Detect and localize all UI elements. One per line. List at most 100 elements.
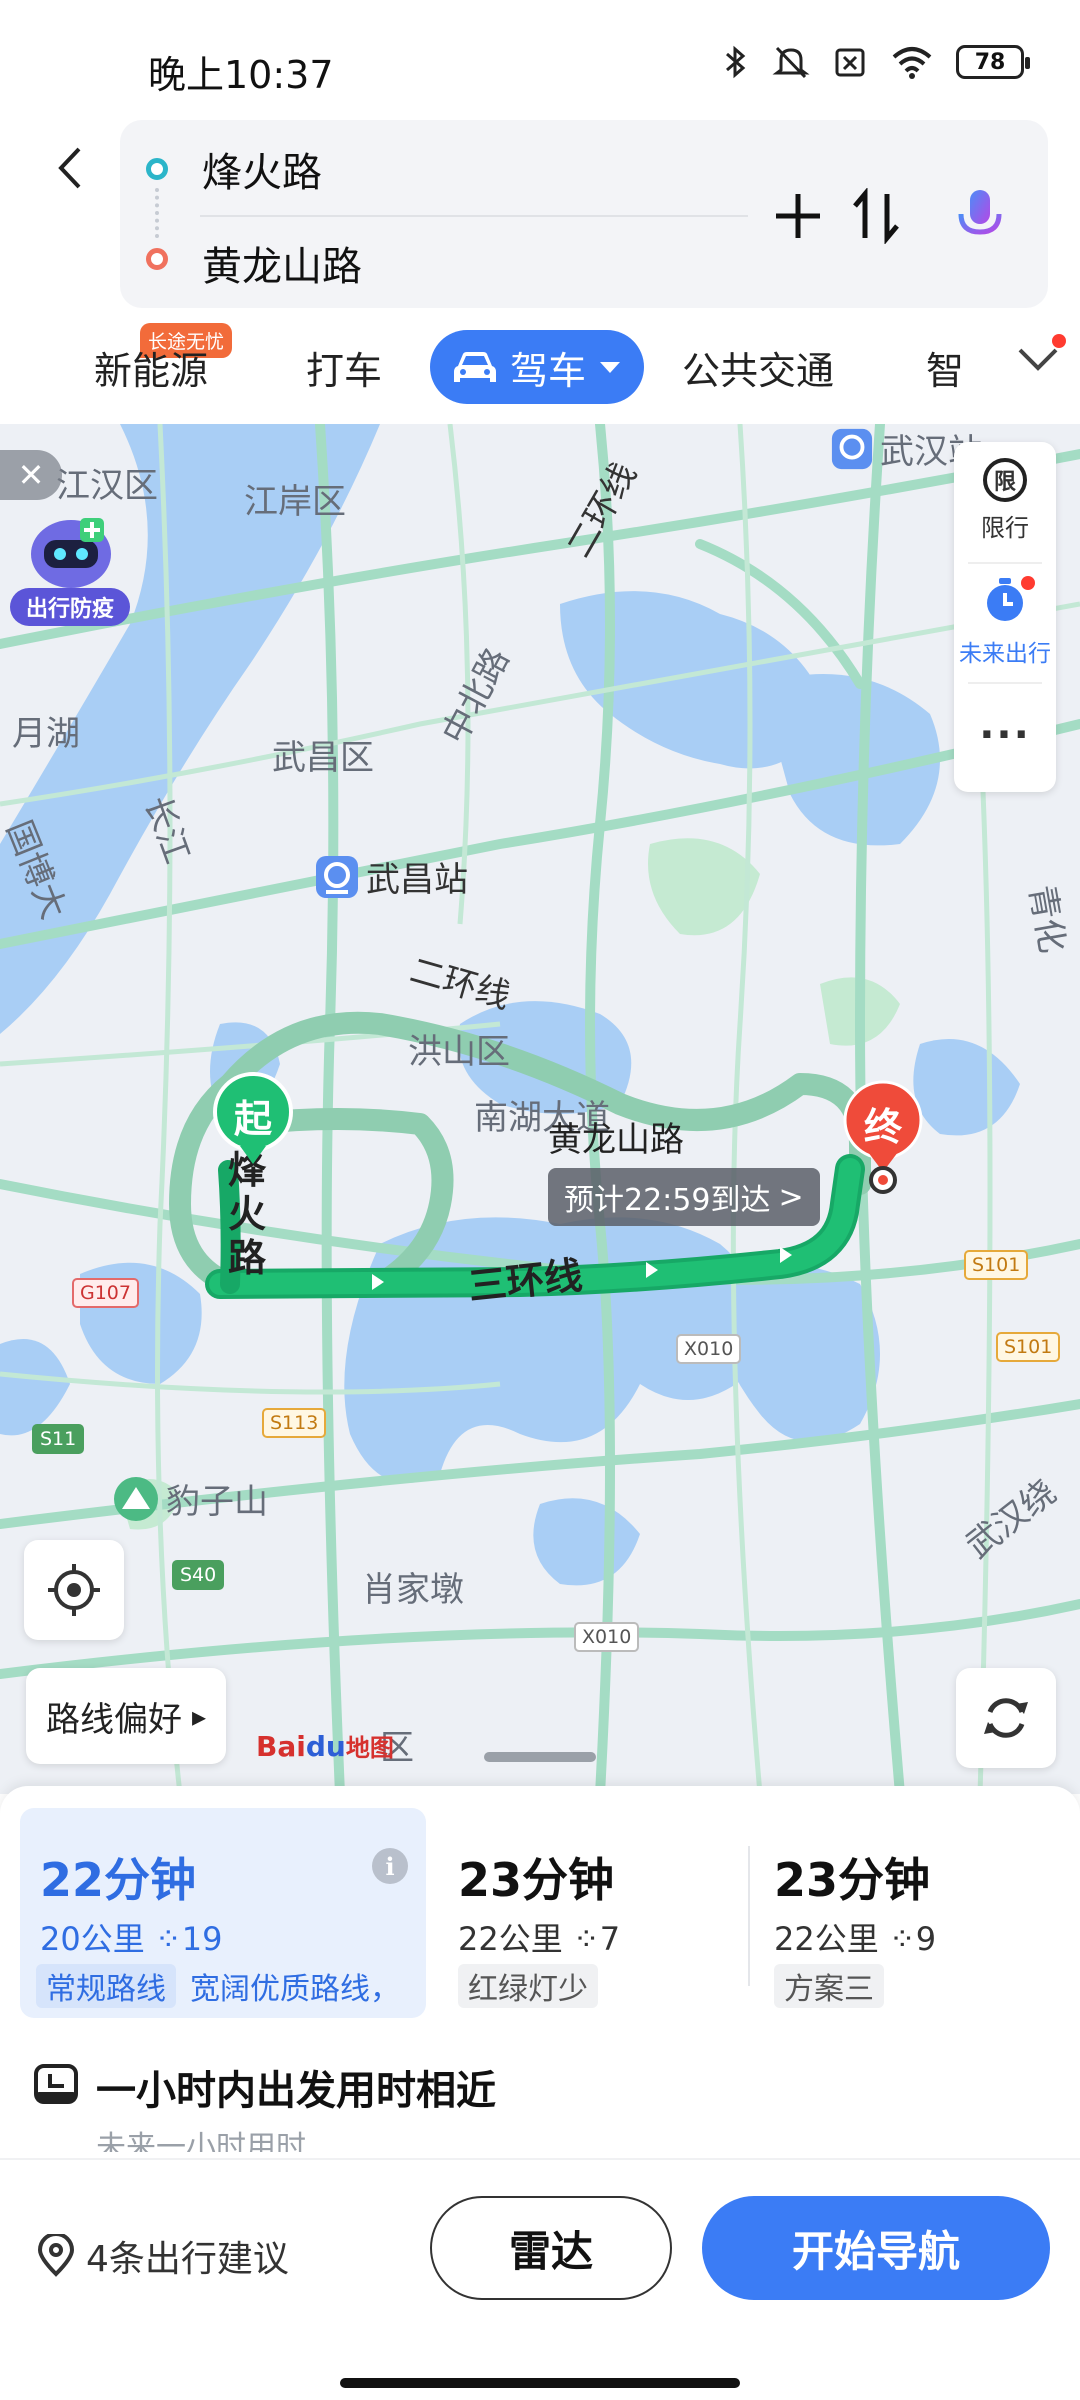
more-icon: ··· bbox=[979, 712, 1031, 758]
clock-icon bbox=[34, 2064, 78, 2108]
baozishan-text: 豹子山 bbox=[166, 1482, 268, 1522]
status-bar: 晚上10:37 78 bbox=[0, 0, 1080, 110]
epidemic-label: 出行防疫 bbox=[10, 588, 130, 626]
tabs-expand-button[interactable] bbox=[1016, 334, 1066, 378]
route-divider-line bbox=[748, 1846, 750, 1986]
route-option-2[interactable]: 23分钟 22公里 ⁘7 红绿灯少 bbox=[438, 1808, 738, 2018]
route-divider bbox=[200, 215, 748, 217]
restriction-button[interactable]: 限 限行 bbox=[954, 458, 1056, 543]
start-input[interactable]: 烽火路 bbox=[202, 140, 322, 198]
notification-dot bbox=[1052, 334, 1066, 348]
tab-drive[interactable]: 驾车 bbox=[430, 330, 644, 404]
end-dot-icon bbox=[146, 248, 168, 270]
map-label-xiaojiadun: 肖家墩 bbox=[362, 1570, 464, 1610]
epidemic-widget[interactable]: 出行防疫 bbox=[10, 508, 130, 626]
start-marker[interactable]: 起 bbox=[208, 1070, 298, 1166]
route-option-1[interactable]: 22分钟 i 20公里 ⁘19 常规路线 宽阔优质路线， bbox=[20, 1808, 426, 2018]
travel-advice-label: 4条出行建议 bbox=[86, 2239, 289, 2280]
radar-button[interactable]: 雷达 bbox=[430, 2196, 672, 2300]
start-marker-label: 起 bbox=[233, 1097, 272, 1141]
map-label-yuehu: 月湖 bbox=[12, 714, 80, 754]
location-pin-icon bbox=[37, 2234, 75, 2277]
tab-new-energy[interactable]: 新能源 bbox=[94, 340, 208, 395]
route-3-tag: 方案三 bbox=[774, 1964, 884, 2008]
end-marker-label: 终 bbox=[863, 1105, 902, 1149]
hour-title[interactable]: 一小时内出发用时相近 bbox=[96, 2058, 496, 2116]
mountain-icon bbox=[114, 1476, 158, 1521]
home-indicator[interactable] bbox=[340, 2378, 740, 2388]
locate-icon bbox=[48, 1564, 100, 1616]
tab-smart[interactable]: 智 bbox=[926, 340, 966, 395]
route-3-distance: 22公里 ⁘9 bbox=[774, 1920, 937, 1958]
close-epidemic-button[interactable]: ✕ bbox=[0, 450, 62, 500]
map-label-hongshan: 洪山区 bbox=[408, 1032, 510, 1072]
baidu-logo-map: 地图 bbox=[345, 1734, 394, 1762]
map-view[interactable]: 江汉区 江岸区 月湖 武昌区 武昌站 洪山区 南湖大道 黄龙山路 豹子山 肖家墩… bbox=[0, 424, 1080, 1794]
route-1-tag-2: 宽阔优质路线， bbox=[190, 1972, 400, 2007]
route-1-distance: 20公里 ⁘19 bbox=[40, 1920, 223, 1958]
road-sign-s101-b: S101 bbox=[996, 1332, 1061, 1362]
map-label-wuchang-station: 武昌站 bbox=[314, 852, 468, 901]
road-sign-g107: G107 bbox=[72, 1278, 139, 1308]
add-waypoint-button[interactable] bbox=[768, 186, 828, 246]
more-button[interactable]: ··· bbox=[954, 712, 1056, 758]
bluetooth-icon bbox=[722, 44, 750, 80]
tab-drive-label: 驾车 bbox=[509, 348, 586, 393]
future-travel-button[interactable]: 未来出行 bbox=[954, 576, 1056, 668]
status-time: 晚上10:37 bbox=[148, 53, 334, 97]
route-2-distance: 22公里 ⁘7 bbox=[458, 1920, 621, 1958]
chevron-left-icon bbox=[58, 147, 81, 189]
route-option-3[interactable]: 23分钟 22公里 ⁘9 方案三 bbox=[754, 1808, 1054, 2018]
route-preference-label: 路线偏好 bbox=[46, 1699, 182, 1740]
mute-icon bbox=[772, 44, 810, 80]
travel-advice-button[interactable]: 4条出行建议 bbox=[36, 2230, 289, 2282]
sheet-drag-handle[interactable] bbox=[484, 1752, 596, 1762]
locate-button[interactable] bbox=[24, 1540, 124, 1640]
plus-icon bbox=[776, 194, 820, 238]
road-sign-s113: S113 bbox=[262, 1408, 327, 1438]
panel-divider-2 bbox=[968, 682, 1042, 684]
road-sign-s11: S11 bbox=[32, 1424, 85, 1454]
tab-taxi[interactable]: 打车 bbox=[306, 340, 382, 395]
route-1-tag: 常规路线 bbox=[36, 1964, 176, 2008]
route-2-tag: 红绿灯少 bbox=[458, 1964, 598, 2008]
battery-icon: 78 bbox=[956, 45, 1030, 79]
restriction-label: 限行 bbox=[981, 514, 1029, 542]
voice-button[interactable] bbox=[950, 184, 1010, 250]
restriction-icon: 限 bbox=[983, 458, 1027, 502]
map-label-huanglongshan: 黄龙山路 bbox=[548, 1120, 684, 1160]
route-3-time: 23分钟 bbox=[774, 1853, 931, 1907]
end-input[interactable]: 黄龙山路 bbox=[202, 234, 362, 292]
road-sign-s40: S40 bbox=[172, 1560, 225, 1590]
wuchang-station-text: 武昌站 bbox=[366, 860, 468, 900]
bottom-action-bar: 4条出行建议 雷达 开始导航 bbox=[0, 2158, 1080, 2400]
start-road-text: 烽火路 bbox=[228, 1148, 267, 1280]
future-travel-label: 未来出行 bbox=[959, 641, 1051, 667]
baidu-map-logo: Baidu地图 bbox=[256, 1728, 394, 1763]
back-button[interactable] bbox=[42, 140, 98, 196]
sim-off-icon bbox=[832, 44, 868, 80]
chevron-down-icon bbox=[1018, 348, 1058, 371]
robot-mascot-icon bbox=[31, 518, 111, 588]
eta-arrow-icon: > bbox=[778, 1179, 804, 1215]
baidu-logo-bai: Bai bbox=[256, 1730, 306, 1763]
refresh-route-button[interactable] bbox=[956, 1668, 1056, 1768]
road-sign-x010-b: X010 bbox=[574, 1622, 640, 1652]
info-icon[interactable]: i bbox=[372, 1848, 408, 1884]
map-label-jiangan: 江岸区 bbox=[244, 482, 346, 522]
wifi-icon bbox=[890, 44, 934, 80]
start-navigation-button[interactable]: 开始导航 bbox=[702, 2196, 1050, 2300]
map-label-start-road: 烽火路 bbox=[228, 1148, 268, 1280]
panel-divider bbox=[968, 562, 1042, 564]
eta-tag[interactable]: 预计22:59到达 > bbox=[548, 1168, 820, 1226]
station-icon bbox=[316, 855, 358, 898]
road-sign-x010-a: X010 bbox=[676, 1334, 742, 1364]
start-dot-icon bbox=[146, 158, 168, 180]
mode-tabs: 长途无忧 新能源 打车 驾车 公共交通 智 bbox=[0, 318, 1080, 418]
route-preference-button[interactable]: 路线偏好 ▸ bbox=[26, 1668, 227, 1764]
end-marker[interactable]: 终 bbox=[838, 1080, 928, 1196]
map-label-jianghan: 江汉区 bbox=[56, 466, 158, 506]
swap-button[interactable] bbox=[846, 186, 906, 246]
tab-transit[interactable]: 公共交通 bbox=[682, 340, 834, 395]
route-1-time: 22分钟 bbox=[40, 1853, 197, 1907]
